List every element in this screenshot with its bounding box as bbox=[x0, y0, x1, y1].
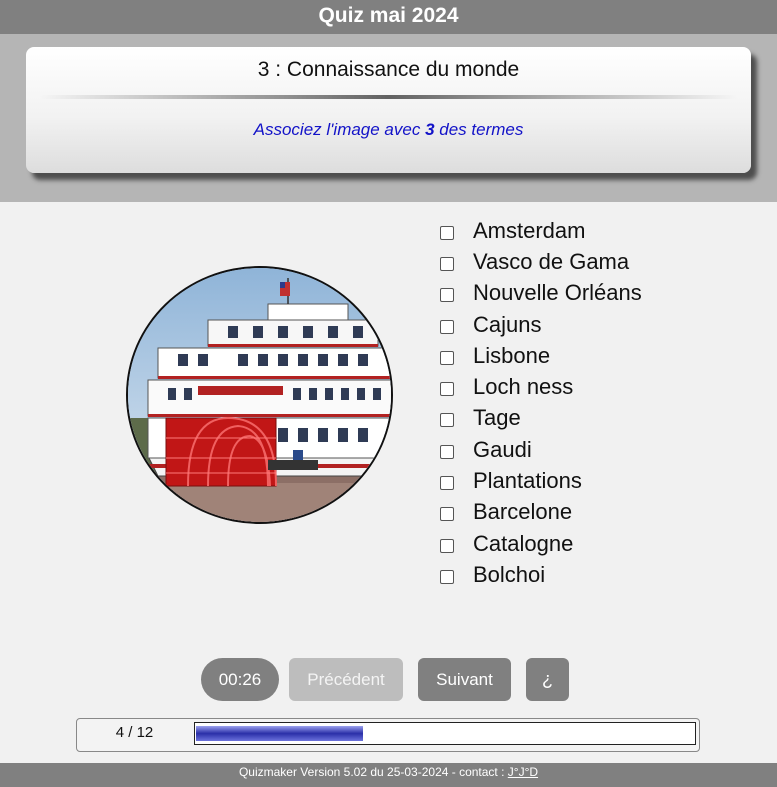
question-title: 3 : Connaissance du monde bbox=[257, 58, 520, 81]
option-plantations[interactable]: Plantations bbox=[440, 465, 642, 496]
instruction-count: 3 bbox=[425, 120, 435, 139]
option-checkbox[interactable] bbox=[440, 569, 454, 584]
option-amsterdam[interactable]: Amsterdam bbox=[440, 215, 642, 246]
option-label: Amsterdam bbox=[473, 217, 586, 243]
option-tage[interactable]: Tage bbox=[440, 403, 642, 434]
option-checkbox[interactable] bbox=[440, 350, 454, 365]
option-checkbox[interactable] bbox=[440, 476, 454, 491]
option-checkbox[interactable] bbox=[440, 256, 454, 271]
option-checkbox[interactable] bbox=[440, 225, 454, 240]
progress-panel: 4 / 12 bbox=[76, 718, 700, 752]
question-image bbox=[126, 266, 393, 524]
option-checkbox[interactable] bbox=[440, 413, 454, 428]
option-checkbox[interactable] bbox=[440, 382, 454, 397]
option-label: Catalogne bbox=[473, 530, 574, 556]
progress-counter: 4 / 12 bbox=[115, 724, 154, 741]
timer-display: 00:26 bbox=[201, 658, 279, 701]
option-checkbox[interactable] bbox=[440, 444, 454, 459]
option-label: Nouvelle Orléans bbox=[473, 280, 642, 306]
option-checkbox[interactable] bbox=[440, 319, 454, 334]
question-instruction: Associez l'image avec 3 des termes bbox=[26, 120, 751, 140]
contact-link[interactable]: J°J°D bbox=[508, 765, 538, 779]
option-label: Plantations bbox=[473, 468, 582, 494]
option-lisbone[interactable]: Lisbone bbox=[440, 340, 642, 371]
option-barcelone[interactable]: Barcelone bbox=[440, 497, 642, 528]
footer: Quizmaker Version 5.02 du 25-03-2024 - c… bbox=[0, 763, 777, 787]
quiz-title: Quiz mai 2024 bbox=[318, 4, 459, 27]
option-label: Lisbone bbox=[473, 342, 551, 368]
option-label: Bolchoi bbox=[473, 561, 546, 587]
option-label: Barcelone bbox=[473, 499, 573, 525]
quiz-title-bar: Quiz mai 2024 bbox=[0, 0, 777, 34]
instruction-prefix: Associez l'image avec bbox=[253, 120, 426, 139]
option-gaudi[interactable]: Gaudi bbox=[440, 434, 642, 465]
progress-bar bbox=[194, 722, 696, 745]
option-bolchoi[interactable]: Bolchoi bbox=[440, 559, 642, 590]
question-card: 3 : Connaissance du monde Associez l'ima… bbox=[26, 47, 751, 173]
option-label: Cajuns bbox=[473, 311, 542, 337]
option-label: Vasco de Gama bbox=[473, 248, 630, 274]
option-loch-ness[interactable]: Loch ness bbox=[440, 371, 642, 402]
option-catalogne[interactable]: Catalogne bbox=[440, 528, 642, 559]
answer-options: Amsterdam Vasco de Gama Nouvelle Orléans… bbox=[440, 215, 642, 591]
header-divider bbox=[40, 95, 737, 99]
next-button[interactable]: Suivant bbox=[418, 658, 511, 701]
progress-bar-fill bbox=[196, 726, 363, 741]
option-vasco-de-gama[interactable]: Vasco de Gama bbox=[440, 246, 642, 277]
option-nouvelle-orleans[interactable]: Nouvelle Orléans bbox=[440, 278, 642, 309]
footer-text: Quizmaker Version 5.02 du 25-03-2024 - c… bbox=[238, 765, 508, 779]
previous-button[interactable]: Précédent bbox=[289, 658, 403, 701]
option-label: Gaudi bbox=[473, 436, 532, 462]
option-checkbox[interactable] bbox=[440, 288, 454, 303]
option-checkbox[interactable] bbox=[440, 507, 454, 522]
option-label: Loch ness bbox=[473, 374, 574, 400]
paddle-steamer-illustration bbox=[128, 268, 391, 522]
option-checkbox[interactable] bbox=[440, 538, 454, 553]
question-header-zone: 3 : Connaissance du monde Associez l'ima… bbox=[0, 34, 777, 202]
help-button[interactable]: ¿ bbox=[526, 658, 569, 701]
option-label: Tage bbox=[473, 405, 521, 431]
instruction-suffix: des termes bbox=[434, 120, 524, 139]
option-cajuns[interactable]: Cajuns bbox=[440, 309, 642, 340]
